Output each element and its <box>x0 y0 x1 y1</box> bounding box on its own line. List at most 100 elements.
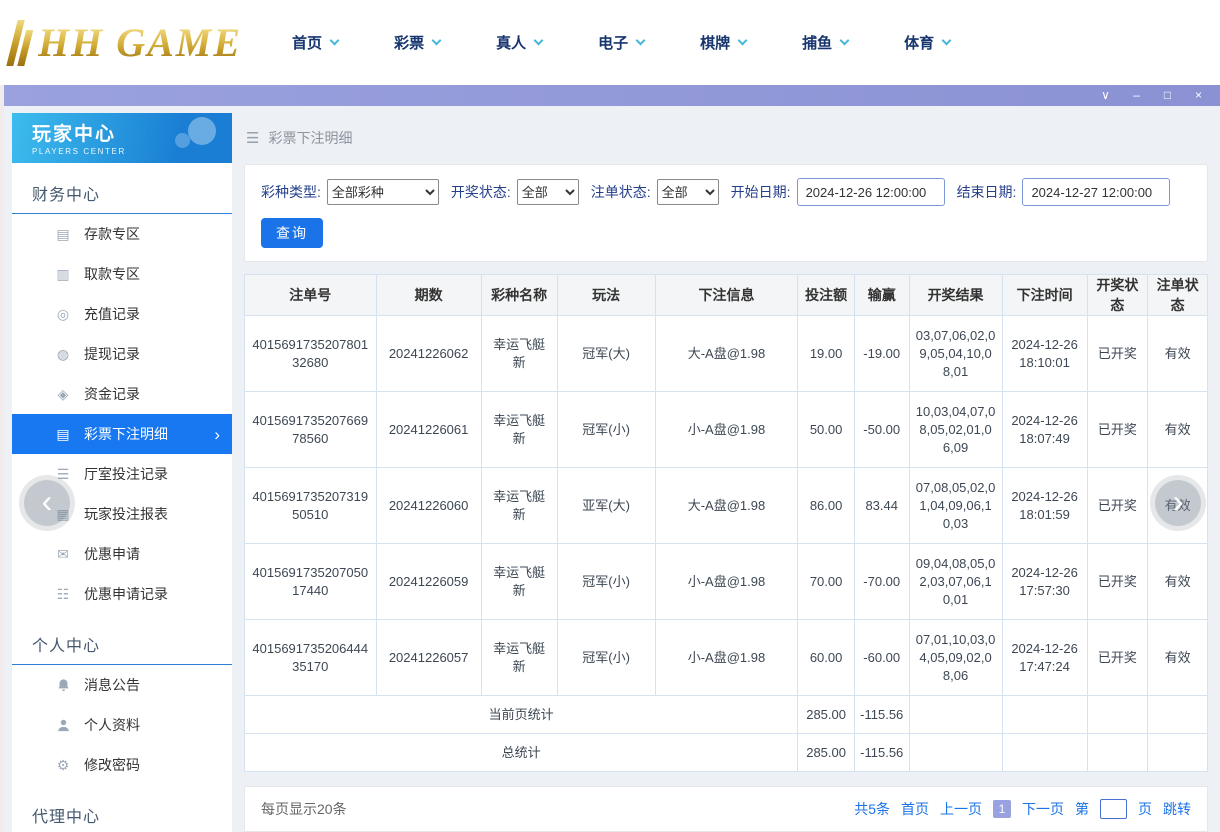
table-body: 401569173520780132680 20241226062 幸运飞艇新 冠军(… <box>243 315 1208 772</box>
nav-item-fishing[interactable]: 捕鱼 <box>802 32 850 53</box>
cell-bet-amount: 60.00 <box>797 619 855 696</box>
column-header: 注单状态 <box>1147 274 1208 316</box>
cell-play: 冠军(小) <box>556 391 656 468</box>
cell-lottery-name: 幸运飞艇新 <box>480 619 558 696</box>
cell-draw-status: 已开奖 <box>1086 543 1149 620</box>
logo[interactable]: HH GAME <box>6 19 243 66</box>
withdraw-icon: ▥ <box>56 266 70 282</box>
sidebar-item-lottery-bet-details[interactable]: ▤ 彩票下注明细 › <box>12 414 232 454</box>
cell-draw-status: 已开奖 <box>1086 391 1149 468</box>
site-header: HH GAME 首页 彩票 真人 电子 棋牌 捕鱼 体育 <box>0 0 1220 85</box>
chevron-right-icon: › <box>214 424 220 444</box>
cell-lottery-name: 幸运飞艇新 <box>480 391 558 468</box>
gear-icon: ⚙ <box>56 757 70 773</box>
cell-draw-status: 已开奖 <box>1086 315 1149 392</box>
sidebar-item-funds-records[interactable]: ◈ 资金记录 <box>12 374 232 414</box>
summary-empty-cell <box>908 733 1003 772</box>
cell-bet-amount: 70.00 <box>797 543 855 620</box>
prev-page-link[interactable]: 上一页 <box>940 799 982 819</box>
chevron-down-icon <box>329 35 340 46</box>
cell-period: 20241226057 <box>375 619 482 696</box>
current-page-button[interactable]: 1 <box>993 800 1011 818</box>
cell-win-loss: -60.00 <box>853 619 910 696</box>
cell-bet-time: 2024-12-26 18:07:49 <box>1001 391 1088 468</box>
cell-play: 冠军(小) <box>556 619 656 696</box>
next-page-link[interactable]: 下一页 <box>1022 799 1064 819</box>
sidebar-item-label: 玩家投注报表 <box>84 506 168 522</box>
sidebar-item-change-password[interactable]: ⚙ 修改密码 <box>12 745 232 785</box>
carousel-right-arrow[interactable]: › <box>1155 480 1201 526</box>
cell-bet-info: 大-A盘@1.98 <box>654 315 799 392</box>
cell-play: 亚军(大) <box>556 467 656 544</box>
table-header-row: 注单号 期数 彩种名称 玩法 下注信息 投注额 输赢 开奖结果 下注时间 开奖状态 注单状态 <box>244 274 1208 316</box>
carousel-left-arrow[interactable]: ‹ <box>24 480 70 526</box>
nav-item-lottery[interactable]: 彩票 <box>394 32 442 53</box>
start-date-label: 开始日期: <box>730 184 791 200</box>
cell-bet-time: 2024-12-26 18:10:01 <box>1001 315 1088 392</box>
filter-panel: 彩种类型: 全部彩种 开奖状态: 全部 注单状态: 全部 开始日期: 2024-… <box>244 164 1208 262</box>
page-jump-input[interactable] <box>1100 799 1127 819</box>
order-status-select[interactable]: 全部 <box>656 179 719 205</box>
column-header: 开奖状态 <box>1086 274 1149 316</box>
sidebar-subtitle: PLAYERS CENTER <box>32 147 126 156</box>
cell-bet-time: 2024-12-26 18:01:59 <box>1001 467 1088 544</box>
decor-circle <box>188 117 216 145</box>
sidebar-header: 玩家中心 PLAYERS CENTER <box>12 113 232 163</box>
pager: 共5条 首页 上一页 1 下一页 第 页 跳转 <box>854 799 1191 819</box>
table-row: 401569173520705017440 20241226059 幸运飞艇新 冠军(… <box>244 543 1208 620</box>
lottery-type-select[interactable]: 全部彩种 <box>326 179 439 205</box>
start-date-input[interactable] <box>796 178 945 206</box>
total-count-text: 共5条 <box>854 801 890 817</box>
cell-bet-info: 小-A盘@1.98 <box>654 391 799 468</box>
sidebar-item-withdrawal-records[interactable]: ◍ 提现记录 <box>12 334 232 374</box>
nav-item-sports[interactable]: 体育 <box>904 32 952 53</box>
cell-order-id: 401569173520705017440 <box>244 543 377 620</box>
sidebar-item-recharge-records[interactable]: ◎ 充值记录 <box>12 294 232 334</box>
cell-bet-time: 2024-12-26 17:47:24 <box>1001 619 1088 696</box>
sidebar-item-label: 修改密码 <box>84 757 140 773</box>
sidebar-item-label: 提现记录 <box>84 346 140 362</box>
query-button[interactable]: 查询 <box>261 218 323 248</box>
column-header: 下注信息 <box>654 274 799 316</box>
nav-item-chess[interactable]: 棋牌 <box>700 32 748 53</box>
maximize-icon[interactable]: □ <box>1152 85 1183 106</box>
end-date-label: 结束日期: <box>956 184 1017 200</box>
person-icon <box>54 717 72 733</box>
nav-item-home[interactable]: 首页 <box>292 32 340 53</box>
nav-item-label: 首页 <box>292 35 323 52</box>
nav-item-electronic[interactable]: 电子 <box>598 32 646 53</box>
summary-empty-cell <box>1147 695 1208 734</box>
sidebar-item-deposit-zone[interactable]: ▤ 存款专区 <box>12 214 232 254</box>
end-date-input[interactable] <box>1022 178 1171 206</box>
nav-item-label: 真人 <box>496 35 527 52</box>
draw-status-select[interactable]: 全部 <box>516 179 579 205</box>
nav-item-label: 体育 <box>904 35 935 52</box>
first-page-link[interactable]: 首页 <box>901 799 929 819</box>
cell-order-status: 有效 <box>1147 543 1208 620</box>
bet-detail-table: 注单号 期数 彩种名称 玩法 下注信息 投注额 输赢 开奖结果 下注时间 开奖状态 注单状态 401… <box>243 274 1208 772</box>
close-icon[interactable]: × <box>1183 85 1214 106</box>
summary-empty-cell <box>1001 695 1088 734</box>
cell-lottery-name: 幸运飞艇新 <box>480 315 558 392</box>
sidebar-item-announcements[interactable]: 消息公告 <box>12 665 232 705</box>
column-header: 投注额 <box>797 274 855 316</box>
window-chevron-icon[interactable]: ∨ <box>1090 85 1121 106</box>
jump-prefix-label: 第 <box>1075 801 1089 817</box>
page-title: 彩票下注明细 <box>268 130 353 146</box>
logo-text: HH GAME <box>38 20 243 65</box>
cell-period: 20241226060 <box>375 467 482 544</box>
cell-period: 20241226061 <box>375 391 482 468</box>
sidebar-item-promo-application-records[interactable]: ☷ 优惠申请记录 <box>12 574 232 614</box>
summary-row: 当前页统计 285.00 -115.56 <box>243 695 1208 734</box>
minimize-icon[interactable]: – <box>1121 85 1152 106</box>
column-header: 玩法 <box>556 274 656 316</box>
sidebar-item-label: 存款专区 <box>84 226 140 242</box>
sidebar-item-profile[interactable]: 个人资料 <box>12 705 232 745</box>
cell-period: 20241226062 <box>375 315 482 392</box>
window-titlebar: ∨ – □ × <box>4 85 1220 106</box>
menu-icon[interactable]: ☰ <box>246 129 259 147</box>
jump-button[interactable]: 跳转 <box>1163 799 1191 819</box>
sidebar-item-withdraw-zone[interactable]: ▥ 取款专区 <box>12 254 232 294</box>
nav-item-live[interactable]: 真人 <box>496 32 544 53</box>
sidebar-item-promo-application[interactable]: ✉ 优惠申请 <box>12 534 232 574</box>
